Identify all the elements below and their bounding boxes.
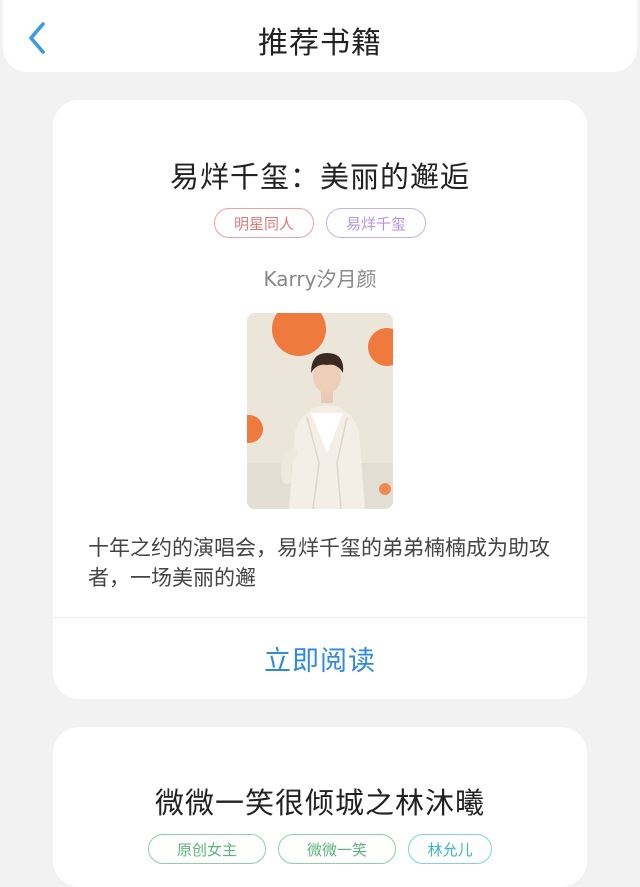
header-bar: 推荐书籍 — [3, 0, 637, 72]
book-card[interactable]: 易烊千玺：美丽的邂逅 明星同人 易烊千玺 Karry汐月颜 十年之约的演唱会，易… — [53, 100, 587, 699]
book-title[interactable]: 易烊千玺：美丽的邂逅 — [53, 154, 587, 196]
tag-list: 原创女主 微微一笑 林允儿 — [53, 834, 587, 864]
tag-list: 明星同人 易烊千玺 — [53, 208, 587, 238]
cover-illustration — [247, 313, 393, 509]
tag-badge[interactable]: 微微一笑 — [278, 834, 396, 864]
book-title[interactable]: 微微一笑很倾城之林沐曦 — [53, 780, 587, 822]
book-description: 十年之约的演唱会，易烊千玺的弟弟楠楠成为助攻者，一场美丽的邂 — [88, 536, 550, 590]
tag-badge[interactable]: 原创女主 — [148, 834, 266, 864]
read-now-button[interactable]: 立即阅读 — [53, 618, 587, 698]
book-cover-image[interactable] — [247, 313, 393, 509]
book-card[interactable]: 微微一笑很倾城之林沐曦 原创女主 微微一笑 林允儿 — [53, 727, 587, 887]
tag-badge[interactable]: 易烊千玺 — [326, 208, 426, 238]
book-author[interactable]: Karry汐月颜 — [53, 263, 587, 292]
tag-badge[interactable]: 明星同人 — [214, 208, 314, 238]
tag-badge[interactable]: 林允儿 — [408, 834, 492, 864]
page-title: 推荐书籍 — [258, 26, 382, 61]
